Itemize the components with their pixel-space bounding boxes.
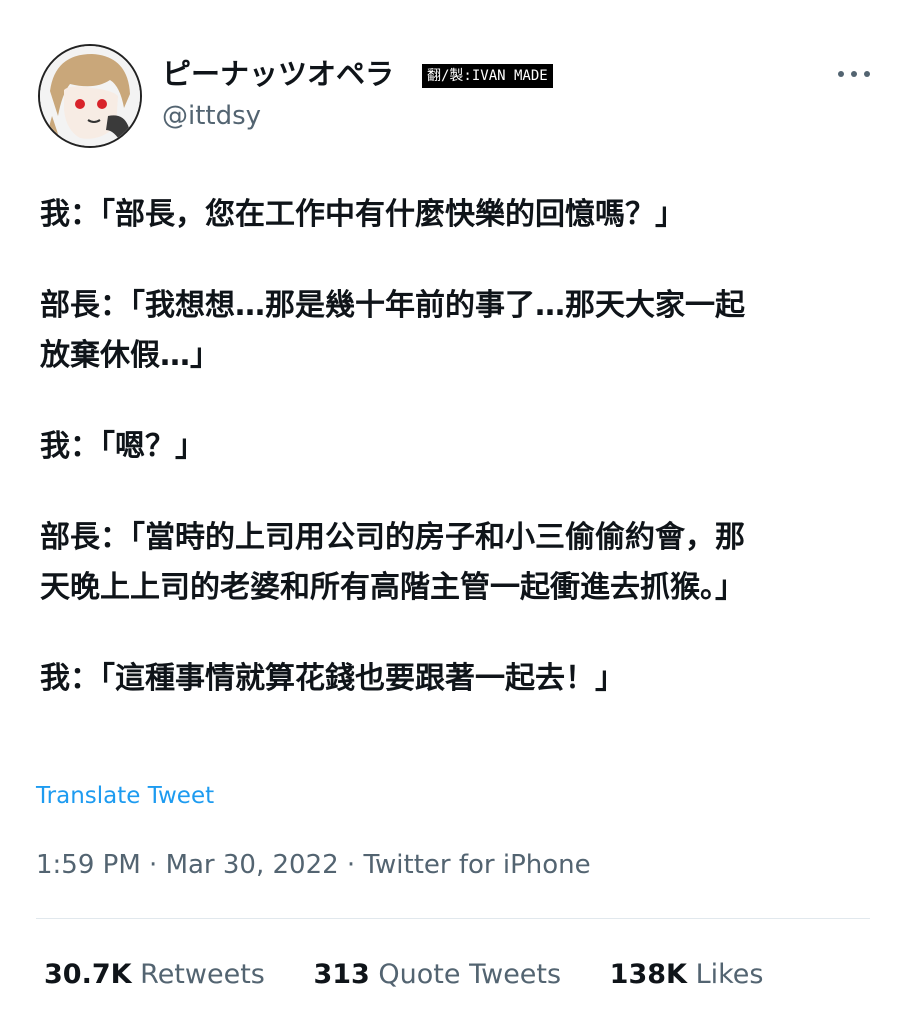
tweet-time[interactable]: 1:59 PM [36,850,141,880]
divider [36,918,870,919]
author-display-name[interactable]: ピーナッツオペラ [162,56,394,92]
author-handle[interactable]: @ittdsy [162,100,261,132]
engagement-stats: 30.7K Retweets 313 Quote Tweets 138K Lik… [44,958,803,992]
translator-watermark: 翻/製:IVAN MADE [422,64,553,88]
tweet-paragraph: 我：「嗯？」 [40,429,205,464]
quote-tweets-stat[interactable]: 313 Quote Tweets [313,958,561,992]
retweets-stat[interactable]: 30.7K Retweets [44,958,265,992]
tweet-paragraph: 我：「這種事情就算花錢也要跟著一起去！」 [40,661,625,696]
tweet-paragraph: 部長：「當時的上司用公司的房子和小三偷偷約會，那 天晚上上司的老婆和所有高階主管… [40,520,745,605]
tweet-date[interactable]: Mar 30, 2022 [166,850,339,880]
quotes-count: 313 [313,959,370,990]
translate-tweet-link[interactable]: Translate Tweet [36,781,214,811]
tweet-source[interactable]: Twitter for iPhone [363,850,590,880]
quotes-label: Quote Tweets [378,959,562,990]
avatar[interactable] [38,44,142,148]
likes-label: Likes [695,959,764,990]
meta-separator: · [140,850,166,880]
anime-avatar-icon [40,46,140,146]
retweets-label: Retweets [140,959,265,990]
meta-separator: · [338,850,364,880]
tweet-text: 我：「部長，您在工作中有什麼快樂的回憶嗎？」 部長：「我想想…那是幾十年前的事了… [40,190,870,745]
tweet-metadata: 1:59 PM · Mar 30, 2022 · Twitter for iPh… [36,848,591,882]
likes-stat[interactable]: 138K Likes [610,958,764,992]
more-options-icon[interactable] [834,62,874,86]
retweets-count: 30.7K [44,959,132,990]
likes-count: 138K [609,959,687,990]
tweet-paragraph: 我：「部長，您在工作中有什麼快樂的回憶嗎？」 [40,197,685,232]
tweet-paragraph: 部長：「我想想…那是幾十年前的事了…那天大家一起 放棄休假…」 [40,288,745,373]
